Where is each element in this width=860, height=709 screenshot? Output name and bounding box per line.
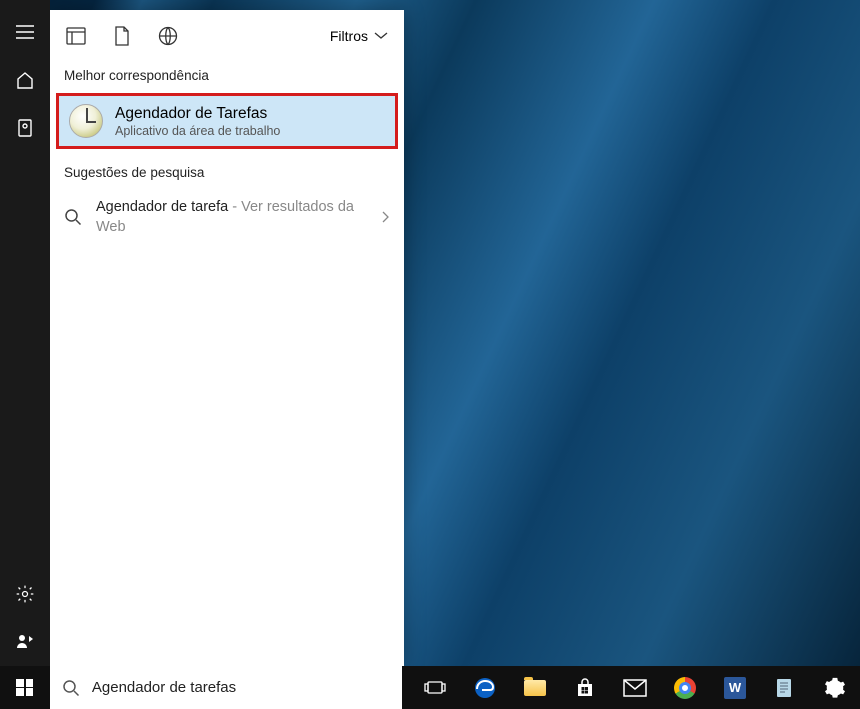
search-icon (64, 208, 84, 228)
suggestions-header: Sugestões de pesquisa (50, 159, 404, 190)
clock-icon (69, 104, 103, 138)
web-filter-icon[interactable] (158, 26, 178, 46)
chevron-right-icon (382, 210, 390, 226)
home-icon[interactable] (1, 56, 49, 104)
chevron-down-icon (374, 32, 388, 40)
apps-filter-icon[interactable] (66, 27, 86, 45)
notebook-icon[interactable] (1, 104, 49, 152)
best-match-result[interactable]: Agendador de Tarefas Aplicativo da área … (56, 93, 398, 149)
file-explorer-button[interactable] (510, 666, 560, 709)
best-match-subtitle: Aplicativo da área de trabalho (115, 124, 280, 138)
store-button[interactable] (560, 666, 610, 709)
menu-icon[interactable] (1, 8, 49, 56)
windows-logo-icon (16, 679, 33, 696)
cortana-nav-rail (0, 0, 50, 666)
search-filter-tabs: Filtros (50, 10, 404, 62)
feedback-icon[interactable] (1, 618, 49, 666)
suggestion-text: Agendador de tarefa - Ver resultados da … (96, 198, 370, 237)
word-button[interactable]: W (710, 666, 760, 709)
taskbar: W (0, 666, 860, 709)
start-button[interactable] (0, 666, 50, 709)
notepad-button[interactable] (760, 666, 810, 709)
search-input[interactable] (92, 679, 390, 696)
word-icon: W (724, 677, 746, 699)
task-view-button[interactable] (410, 666, 460, 709)
edge-browser-button[interactable] (460, 666, 510, 709)
best-match-header: Melhor correspondência (50, 62, 404, 93)
settings-button[interactable] (810, 666, 860, 709)
filters-label: Filtros (330, 28, 368, 44)
chrome-button[interactable] (660, 666, 710, 709)
web-search-suggestion[interactable]: Agendador de tarefa - Ver resultados da … (50, 190, 404, 245)
search-icon (62, 679, 80, 697)
documents-filter-icon[interactable] (114, 26, 130, 46)
search-results-panel: Filtros Melhor correspondência Agendador… (50, 10, 404, 666)
mail-button[interactable] (610, 666, 660, 709)
folder-icon (524, 680, 546, 696)
filters-dropdown[interactable]: Filtros (330, 28, 388, 44)
best-match-title: Agendador de Tarefas (115, 105, 280, 123)
taskbar-search-box[interactable] (50, 666, 402, 709)
settings-gear-icon[interactable] (1, 570, 49, 618)
chrome-icon (674, 677, 696, 699)
